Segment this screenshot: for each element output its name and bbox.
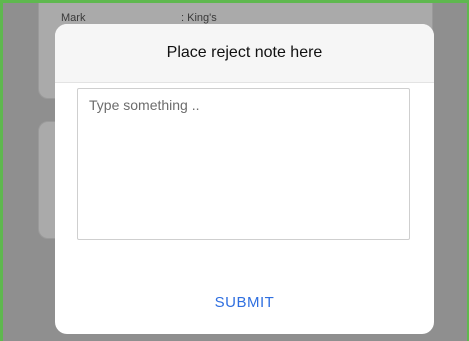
dialog-title: Place reject note here <box>166 44 323 61</box>
reject-note-dialog: Place reject note here SUBMIT <box>55 24 434 334</box>
background-row-label: Mark <box>61 12 86 24</box>
reject-note-input[interactable] <box>77 88 410 240</box>
background-row: Mark : King's <box>61 12 217 24</box>
dialog-header: Place reject note here <box>55 24 434 83</box>
submit-button[interactable]: SUBMIT <box>55 282 434 322</box>
background-row-value: : King's <box>181 12 217 24</box>
